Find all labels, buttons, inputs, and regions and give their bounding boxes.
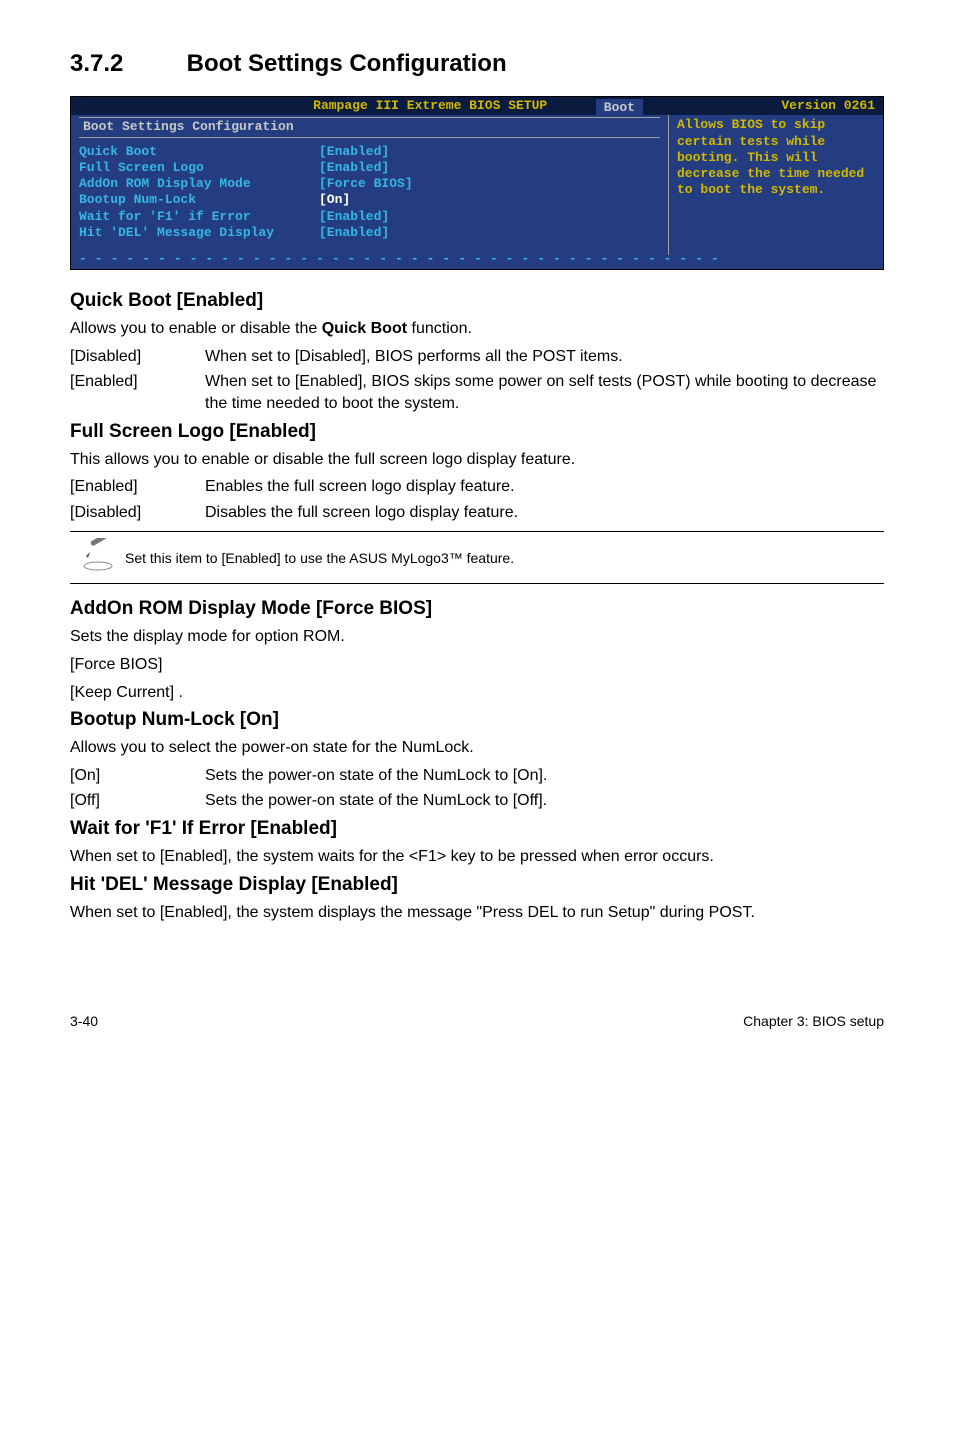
bios-version: Version 0261 — [781, 98, 875, 114]
bios-item-value: [Enabled] — [319, 209, 389, 225]
config-description: When set to [Disabled], BIOS performs al… — [205, 346, 884, 368]
subsection-heading: Bootup Num-Lock [On] — [70, 709, 884, 731]
bios-subheading: Boot Settings Configuration — [79, 117, 660, 137]
subsection-heading: Hit 'DEL' Message Display [Enabled] — [70, 874, 884, 896]
config-option: [Off] — [70, 790, 205, 812]
section-number: 3.7.2 — [70, 50, 180, 78]
note-text: Set this item to [Enabled] to use the AS… — [125, 550, 884, 566]
bios-item-label: Quick Boot — [79, 144, 319, 160]
bios-title: Rampage III Extreme BIOS SETUP — [79, 98, 781, 114]
config-option: [Disabled] — [70, 346, 205, 368]
config-description: Disables the full screen logo display fe… — [205, 502, 884, 524]
subsection-heading: Wait for 'F1' If Error [Enabled] — [70, 818, 884, 840]
subsection-heading: Quick Boot [Enabled] — [70, 290, 884, 312]
boot-tab: Boot — [596, 99, 643, 117]
bios-item-label: AddOn ROM Display Mode — [79, 176, 319, 192]
section-title: Boot Settings Configuration — [187, 50, 507, 77]
option-line: [Keep Current] . — [70, 682, 884, 704]
subsection-heading: AddOn ROM Display Mode [Force BIOS] — [70, 598, 884, 620]
bios-item-value: [Force BIOS] — [319, 176, 413, 192]
config-row: [Disabled]When set to [Disabled], BIOS p… — [70, 346, 884, 368]
bios-item: AddOn ROM Display Mode[Force BIOS] — [79, 176, 660, 192]
intro-paragraph: When set to [Enabled], the system displa… — [70, 902, 884, 924]
config-description: Sets the power-on state of the NumLock t… — [205, 765, 884, 787]
config-row: [Enabled]When set to [Enabled], BIOS ski… — [70, 371, 884, 414]
bios-help-text: Allows BIOS to skip certain tests while … — [677, 117, 875, 198]
note-box: Set this item to [Enabled] to use the AS… — [70, 531, 884, 584]
config-description: Enables the full screen logo display fea… — [205, 476, 884, 498]
config-option: [Enabled] — [70, 371, 205, 414]
section-heading: 3.7.2 Boot Settings Configuration — [70, 50, 884, 78]
page-footer: 3-40 Chapter 3: BIOS setup — [70, 1013, 884, 1029]
page-number: 3-40 — [70, 1013, 98, 1029]
bios-item: Full Screen Logo[Enabled] — [79, 160, 660, 176]
bios-screenshot: Rampage III Extreme BIOS SETUP Version 0… — [70, 96, 884, 270]
subsection-heading: Full Screen Logo [Enabled] — [70, 421, 884, 443]
config-option: [Enabled] — [70, 476, 205, 498]
chapter-title: Chapter 3: BIOS setup — [743, 1013, 884, 1029]
bios-item: Wait for 'F1' if Error[Enabled] — [79, 209, 660, 225]
bios-item-label: Bootup Num-Lock — [79, 192, 319, 208]
intro-paragraph: Sets the display mode for option ROM. — [70, 626, 884, 648]
config-option: [Disabled] — [70, 502, 205, 524]
intro-paragraph: Allows you to enable or disable the Quic… — [70, 318, 884, 340]
config-row: [Disabled]Disables the full screen logo … — [70, 502, 884, 524]
intro-paragraph: This allows you to enable or disable the… — [70, 449, 884, 471]
pencil-icon — [70, 538, 125, 577]
config-row: [Off]Sets the power-on state of the NumL… — [70, 790, 884, 812]
config-description: Sets the power-on state of the NumLock t… — [205, 790, 884, 812]
bios-item-value: [Enabled] — [319, 225, 389, 241]
config-row: [Enabled]Enables the full screen logo di… — [70, 476, 884, 498]
option-line: [Force BIOS] — [70, 654, 884, 676]
config-option: [On] — [70, 765, 205, 787]
config-row: [On]Sets the power-on state of the NumLo… — [70, 765, 884, 787]
bios-help-pane: Allows BIOS to skip certain tests while … — [668, 115, 883, 255]
bios-item: Quick Boot[Enabled] — [79, 144, 660, 160]
bios-item-label: Wait for 'F1' if Error — [79, 209, 319, 225]
bios-item-value: [Enabled] — [319, 160, 389, 176]
bios-left-pane: Boot Settings Configuration Quick Boot[E… — [71, 115, 668, 255]
bios-item: Hit 'DEL' Message Display[Enabled] — [79, 225, 660, 241]
bios-header: Rampage III Extreme BIOS SETUP Version 0… — [71, 97, 883, 115]
intro-paragraph: Allows you to select the power-on state … — [70, 737, 884, 759]
intro-paragraph: When set to [Enabled], the system waits … — [70, 846, 884, 868]
bios-item-label: Hit 'DEL' Message Display — [79, 225, 319, 241]
bios-item-value: [Enabled] — [319, 144, 389, 160]
bios-item: Bootup Num-Lock[On] — [79, 192, 660, 208]
config-description: When set to [Enabled], BIOS skips some p… — [205, 371, 884, 414]
bios-item-value: [On] — [319, 192, 350, 208]
bios-item-label: Full Screen Logo — [79, 160, 319, 176]
